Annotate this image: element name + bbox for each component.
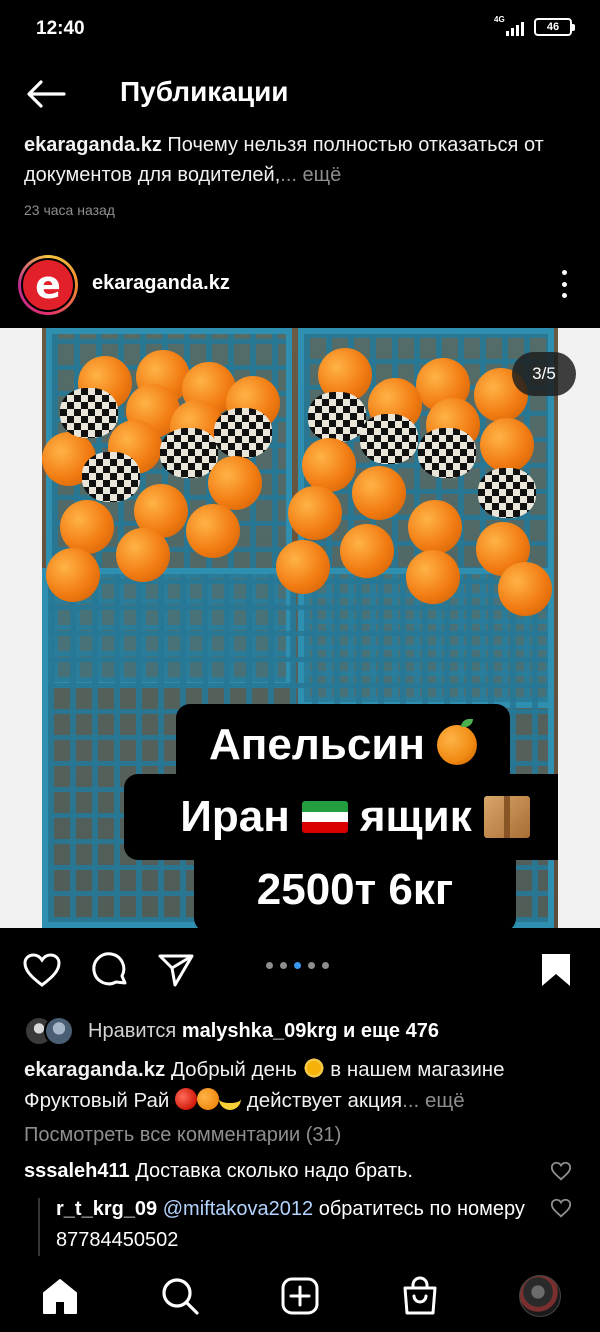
bookmark-icon: [542, 954, 570, 986]
heart-icon: [23, 953, 61, 987]
carousel-dots: [266, 962, 329, 969]
more-link[interactable]: ... ещё: [402, 1089, 464, 1112]
avatar: [519, 1275, 561, 1317]
post-caption: ekaraganda.kz Добрый день в нашем магази…: [24, 1057, 505, 1112]
nav-shop[interactable]: [396, 1272, 444, 1320]
like-button[interactable]: [20, 948, 64, 992]
brand-logo: e: [23, 260, 73, 310]
back-button[interactable]: [22, 72, 70, 116]
post-username[interactable]: ekaraganda.kz: [92, 272, 230, 295]
comment-icon: [92, 952, 127, 986]
page-title: Публикации: [120, 76, 289, 107]
mention-link[interactable]: @miftakova2012: [163, 1198, 313, 1220]
more-vertical-icon: [561, 270, 567, 298]
orange-emoji-icon: [197, 1088, 220, 1110]
likes-text: Нравится malyshka_09krg и еще 476: [88, 1019, 439, 1042]
previous-post-caption: ekaraganda.kz Почему нельзя полностью от…: [24, 130, 584, 190]
view-all-comments-link[interactable]: Посмотреть все комментарии (31): [24, 1124, 341, 1147]
avatar: [44, 1016, 74, 1046]
battery-level: 46: [546, 21, 560, 33]
caption-username[interactable]: ekaraganda.kz: [24, 134, 162, 156]
battery-icon: 46: [534, 18, 575, 36]
save-button[interactable]: [534, 948, 578, 992]
search-icon: [162, 1278, 199, 1315]
status-bar: 12:40 4G 46: [0, 0, 600, 58]
nav-home[interactable]: [36, 1272, 84, 1320]
box-emoji-icon: [483, 796, 530, 838]
comment: sssaleh411 Доставка сколько надо брать.: [24, 1156, 544, 1186]
slide-counter: 3/5: [512, 352, 576, 396]
signal-icon: 4G: [494, 15, 524, 36]
share-button[interactable]: [154, 948, 198, 992]
comment-reply: r_t_krg_09 @miftakova2012 обратитесь по …: [56, 1194, 526, 1256]
reply-thread-line: [38, 1198, 40, 1256]
comment-username[interactable]: sssaleh411: [24, 1160, 130, 1182]
comment-like-heart-icon[interactable]: [550, 1160, 572, 1182]
home-icon: [43, 1279, 77, 1314]
price-sign-price: 2500т 6кг: [194, 848, 516, 928]
reply-like-heart-icon[interactable]: [550, 1197, 572, 1219]
back-arrow-icon: [27, 80, 66, 108]
post-header: e ekaraganda.kz: [0, 252, 600, 320]
share-icon: [158, 954, 194, 987]
bottom-nav: [0, 1260, 600, 1332]
avatar[interactable]: e: [18, 255, 78, 315]
comment-text: Доставка сколько надо брать.: [129, 1160, 413, 1182]
more-link[interactable]: ... ещё: [280, 164, 341, 186]
orange-emoji-icon: [436, 719, 477, 765]
tomato-emoji-icon: [175, 1088, 198, 1110]
nav-profile[interactable]: [516, 1272, 564, 1320]
shop-icon: [403, 1276, 437, 1315]
nav-search[interactable]: [156, 1272, 204, 1320]
status-icons: 4G 46: [494, 15, 575, 36]
more-options-button[interactable]: [552, 270, 576, 300]
likes-row[interactable]: Нравится malyshka_09krg и еще 476: [24, 1014, 439, 1048]
caption-username[interactable]: ekaraganda.kz: [24, 1058, 165, 1081]
reply-username[interactable]: r_t_krg_09: [56, 1198, 157, 1220]
banana-emoji-icon: [219, 1088, 242, 1110]
sun-emoji-icon: [302, 1057, 325, 1079]
status-time: 12:40: [36, 18, 85, 39]
post-actions: [0, 940, 600, 1000]
iran-flag-icon: [301, 801, 348, 833]
product-photo: Апельсин Иран ящик 2500т 6кг: [42, 328, 558, 928]
post-timestamp: 23 часа назад: [24, 202, 115, 218]
nav-create[interactable]: [276, 1272, 324, 1320]
comment-button[interactable]: [88, 948, 132, 992]
create-icon: [281, 1277, 319, 1315]
top-bar: Публикации: [0, 58, 600, 128]
post-image[interactable]: Апельсин Иран ящик 2500т 6кг 3/5: [0, 328, 600, 928]
